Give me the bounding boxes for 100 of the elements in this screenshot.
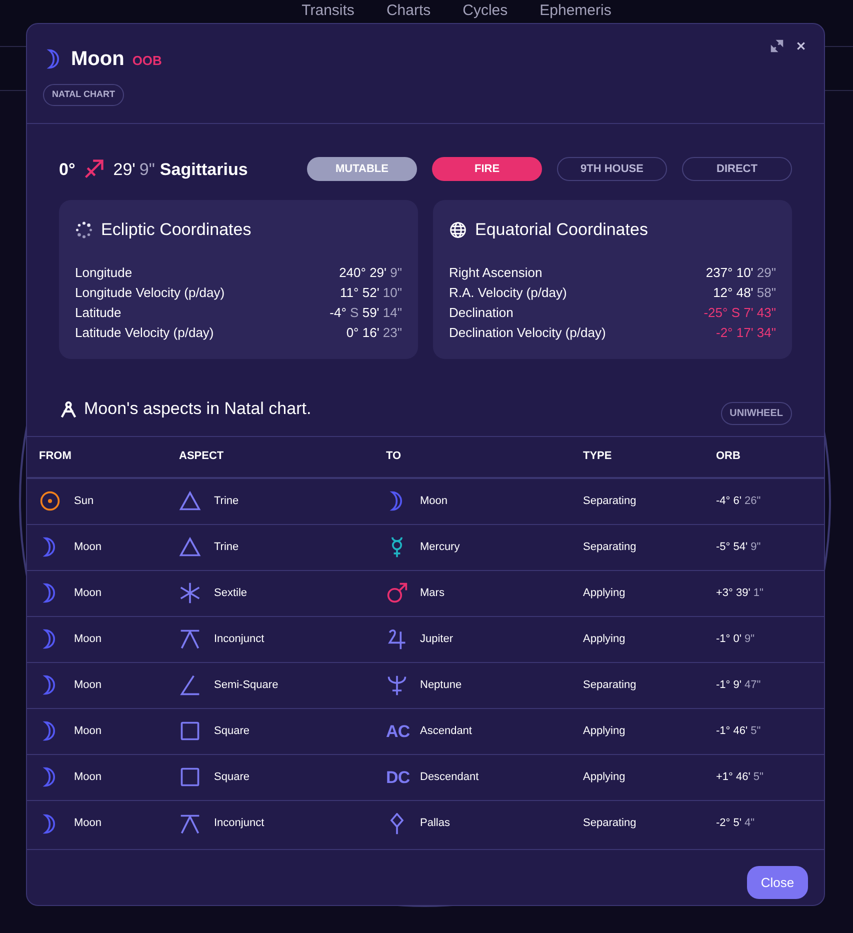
- orb-value: -1° 0' 9": [716, 632, 756, 647]
- nav-link[interactable]: Transits: [302, 2, 354, 20]
- coordinate-label: Latitude: [75, 304, 122, 320]
- coordinate-label: R.A. Velocity (p/day): [449, 284, 567, 300]
- orb-value: -1° 46' 5": [716, 724, 762, 739]
- square-icon: [179, 766, 201, 788]
- uniwheel-tag[interactable]: UNIWHEEL: [720, 402, 792, 424]
- body-name: Moon: [74, 724, 102, 739]
- nav-link[interactable]: Cycles: [462, 2, 508, 20]
- jupiter-icon: [386, 628, 408, 650]
- degree-text: 0°: [59, 158, 76, 180]
- expand-icon: [770, 39, 784, 53]
- column-header: TO: [386, 449, 402, 464]
- minutes-text: 29': [113, 158, 136, 180]
- aspect-name: Inconjunct: [214, 632, 264, 647]
- tag: MUTABLE: [307, 157, 417, 182]
- orb-value: -2° 5' 4": [716, 816, 756, 832]
- coordinate-value: -2° 17' 34": [716, 324, 776, 340]
- body-name: Moon: [74, 770, 102, 785]
- body-name: Neptune: [420, 678, 462, 693]
- asterisk-icon: [179, 582, 201, 604]
- close-dialog-button[interactable]: Close: [747, 866, 808, 899]
- body-name: Moon: [420, 494, 448, 509]
- dotted-circle-icon: [75, 220, 93, 239]
- aspect-name: Trine: [214, 494, 239, 509]
- coordinate-value: 237° 10' 29": [706, 264, 776, 280]
- sign-name: Sagittarius: [160, 158, 248, 181]
- column-header: TYPE: [583, 449, 613, 464]
- coordinate-label: Longitude Velocity (p/day): [75, 284, 225, 300]
- orb-value: -4° 6' 26": [716, 494, 762, 509]
- orb-value: +3° 39' 1": [716, 586, 764, 601]
- aspect-type: Separating: [583, 494, 638, 509]
- tag: 9TH HOUSE: [557, 157, 667, 182]
- card-title: Ecliptic Coordinates: [101, 219, 252, 241]
- seconds-text: 9": [139, 158, 155, 180]
- column-header: FROM: [39, 449, 72, 464]
- body-name: Moon: [74, 632, 102, 647]
- aspect-name: Inconjunct: [214, 816, 264, 832]
- body-name: Mars: [420, 586, 444, 601]
- nav-link[interactable]: Ephemeris: [540, 2, 612, 20]
- body-name: Jupiter: [420, 632, 454, 647]
- mars-icon: [386, 582, 408, 604]
- coordinate-value: 12° 48' 58": [713, 284, 776, 300]
- globe-icon: [449, 220, 467, 239]
- column-header: ORB: [716, 449, 742, 464]
- coordinate-label: Longitude: [75, 264, 132, 280]
- sun-icon: [39, 490, 61, 512]
- section-title: Moon's aspects in Natal chart.: [84, 398, 312, 420]
- coordinate-label: Declination: [449, 304, 514, 320]
- body-name: Mercury: [420, 540, 460, 555]
- compass-icon: [59, 400, 78, 418]
- triangle-icon: [179, 536, 201, 558]
- expand-button[interactable]: [770, 38, 786, 54]
- aspect-type: Applying: [583, 586, 626, 601]
- aspect-name: Sextile: [214, 586, 248, 601]
- oob-label: OOB: [132, 52, 162, 70]
- nav-link[interactable]: Charts: [386, 2, 431, 20]
- aspect-name: Trine: [214, 540, 239, 555]
- body-name: Pallas: [420, 816, 450, 832]
- inconjunct-icon: [179, 628, 201, 650]
- body-name: Ascendant: [420, 724, 472, 739]
- coordinate-value: -25° S 7' 43": [704, 304, 776, 320]
- angle-symbol: AC: [386, 722, 408, 740]
- angle-icon: [179, 674, 201, 696]
- body-name: Moon: [74, 540, 102, 555]
- dialog-title: Moon: [71, 47, 124, 72]
- coordinate-label: Declination Velocity (p/day): [449, 324, 606, 340]
- triangle-icon: [179, 490, 201, 512]
- aspect-type: Separating: [583, 816, 638, 832]
- coordinate-label: Latitude Velocity (p/day): [75, 324, 214, 340]
- chart-tag: NATAL CHART: [43, 84, 124, 106]
- coordinate-value: 0° 16' 23": [346, 324, 402, 340]
- body-name: Descendant: [420, 770, 479, 785]
- orb-value: -5° 54' 9": [716, 540, 762, 555]
- body-name: Moon: [74, 586, 102, 601]
- tag: DIRECT: [682, 157, 792, 182]
- card-title: Equatorial Coordinates: [475, 219, 648, 241]
- inconjunct-icon: [179, 812, 201, 834]
- body-name: Moon: [74, 678, 102, 693]
- square-icon: [179, 720, 201, 742]
- orb-value: +1° 46' 5": [716, 770, 764, 785]
- body-name: Moon: [74, 816, 102, 832]
- tag: FIRE: [432, 157, 542, 182]
- trident-icon: [386, 674, 408, 696]
- coordinate-label: Right Ascension: [449, 264, 542, 280]
- aspect-name: Square: [214, 724, 250, 739]
- column-header: ASPECT: [179, 449, 225, 464]
- angle-symbol: DC: [386, 768, 408, 786]
- aspect-name: Semi-Square: [214, 678, 278, 693]
- aspect-type: Applying: [583, 770, 626, 785]
- aspect-type: Separating: [583, 678, 638, 693]
- orb-value: -1° 9' 47": [716, 678, 762, 693]
- close-icon: [796, 41, 806, 51]
- coordinate-value: 11° 52' 10": [340, 284, 402, 300]
- aspect-type: Separating: [583, 540, 638, 555]
- coordinate-value: 240° 29' 9": [339, 264, 402, 280]
- coordinate-value: -4° S 59' 14": [330, 304, 402, 320]
- sagittarius-icon: [83, 158, 106, 180]
- aspect-name: Square: [214, 770, 250, 785]
- body-name: Sun: [74, 494, 94, 509]
